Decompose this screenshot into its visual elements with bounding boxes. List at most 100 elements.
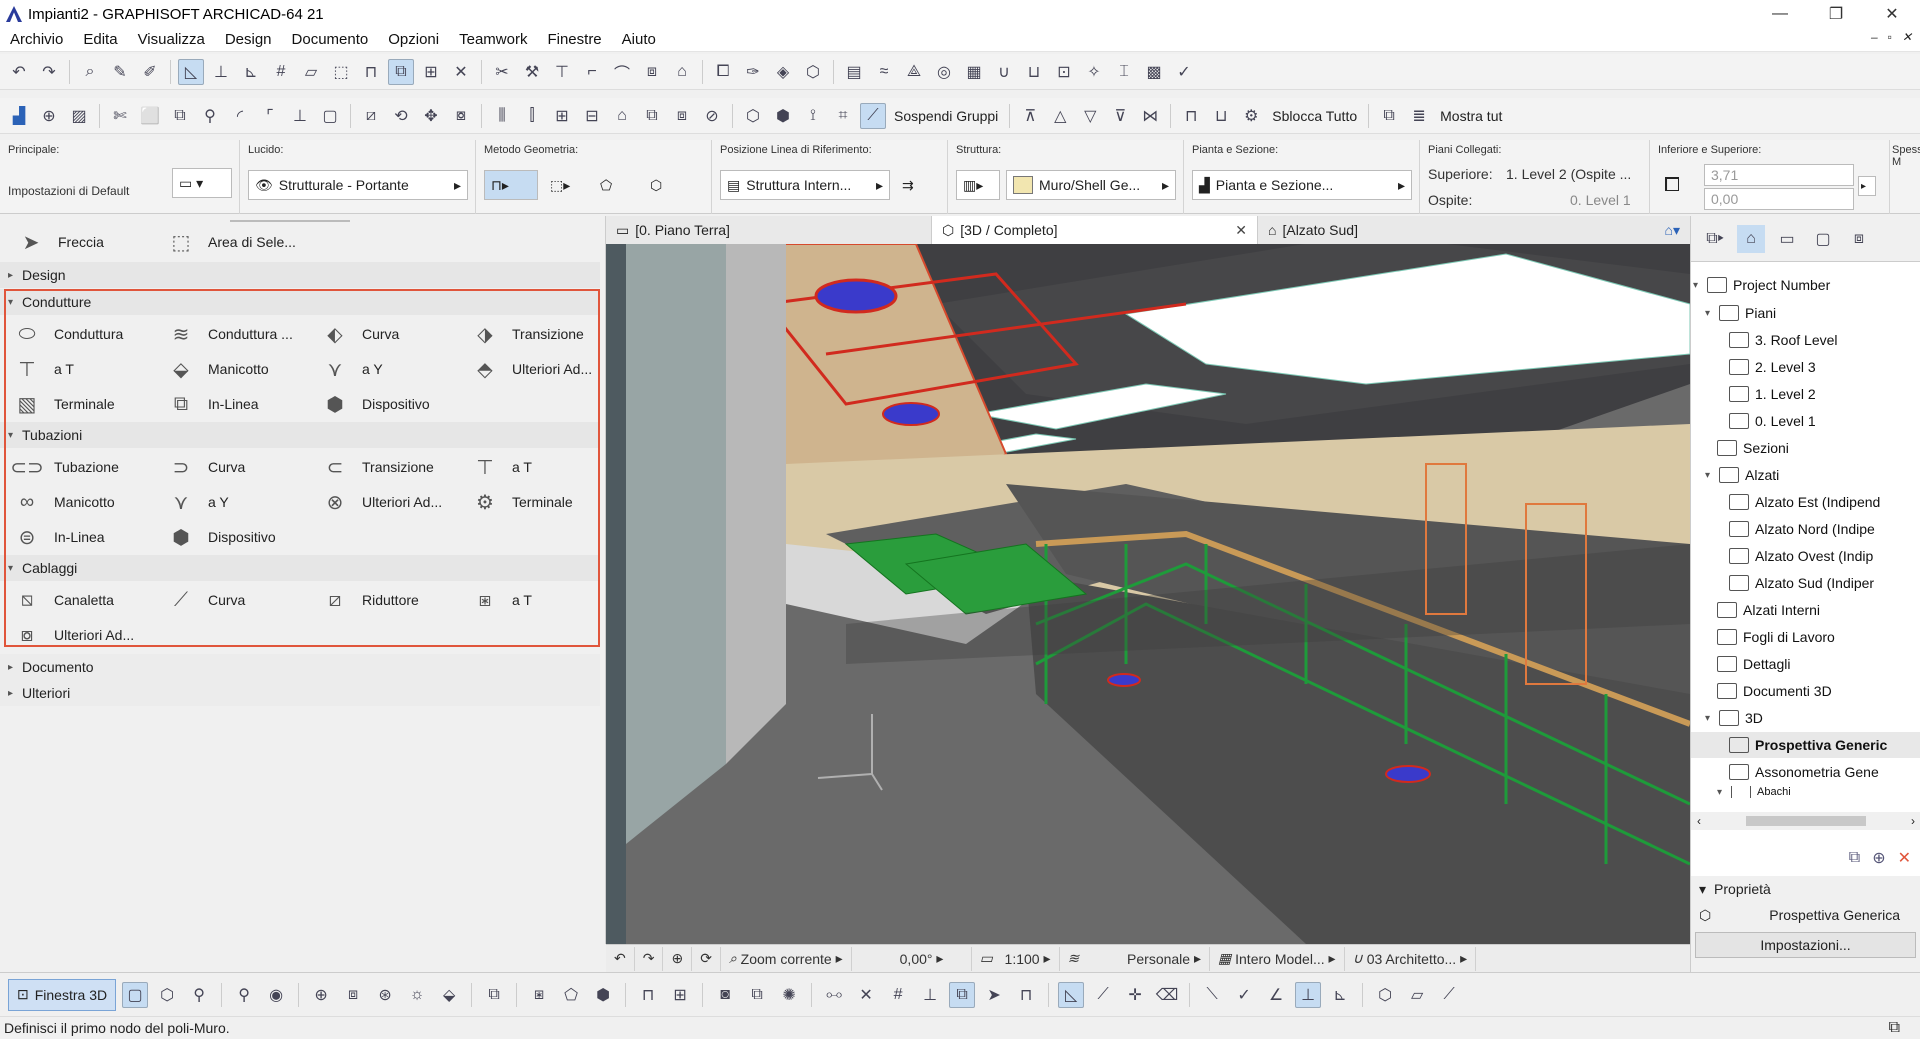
sun-icon[interactable]: ☼ [404,982,430,1008]
tree-dettagli[interactable]: Dettagli [1717,651,1790,677]
close-button[interactable]: ✕ [1864,0,1920,28]
tree-alzato-nord[interactable]: Alzato Nord (Indipe [1729,516,1875,542]
lucido-dropdown[interactable]: 👁 Strutturale - Portante ▸ [248,170,468,200]
posizione-dropdown[interactable]: ▤ Struttura Intern... ▸ [720,170,890,200]
tree-roof-level[interactable]: 3. Roof Level [1729,327,1838,353]
curve-icon[interactable]: ⌒ [609,59,635,85]
grid-snap-icon[interactable]: # [268,59,294,85]
tool-terminale-duct[interactable]: ▧ Terminale [10,388,115,420]
dimension-icon[interactable]: ⊞ [418,59,444,85]
gravity-icon[interactable]: ◺ [178,58,204,85]
show-all-icon[interactable]: ≣ [1406,103,1432,129]
page-icon[interactable]: ▢ [317,103,343,129]
crop-icon[interactable]: ⌗ [830,103,856,129]
light-icon[interactable]: ✧ [1081,59,1107,85]
object-icon[interactable]: ⊡ [1051,59,1077,85]
finestra-3d-button[interactable]: ⊡ Finestra 3D [8,978,117,1011]
model-view-field[interactable]: ▦ Intero Model... ▸ [1210,946,1345,971]
view-options-icon[interactable]: ⚲ [186,982,212,1008]
tab-list-button[interactable]: ⌂▾ [1655,216,1690,244]
roof-icon[interactable]: ⟁ [901,59,927,85]
tree-prospettiva[interactable]: Prospettiva Generic [1691,732,1920,758]
tool-inlinea-duct[interactable]: ⧉ In-Linea [164,388,259,420]
zoom-corrente-button[interactable]: ⌕ Zoom corrente ▸ [721,946,852,971]
tool-ay-pipe[interactable]: ⋎ a Y [164,486,229,518]
send-back-icon[interactable]: ⧈ [669,103,695,129]
link-icon[interactable]: ⧟ [821,982,847,1008]
scale-field[interactable]: ▭ 1:100 ▸ [972,946,1060,971]
pick-up-icon[interactable]: ✎ [107,59,133,85]
axonometry-mode-icon[interactable]: ⬡ [154,982,180,1008]
column-3d-icon[interactable]: ⊓ [635,982,661,1008]
transform-icon[interactable]: ⧠ [710,59,736,85]
resize-icon[interactable]: ⧈ [639,59,665,85]
menu-teamwork[interactable]: Teamwork [449,31,537,48]
menu-aiuto[interactable]: Aiuto [612,31,666,48]
intersection-icon[interactable]: ✛ [1122,982,1148,1008]
section-icon[interactable]: ⟟ [800,103,826,129]
shell-icon[interactable]: ◎ [931,59,957,85]
elevate-icon[interactable]: ⊥ [287,103,313,129]
picture-icon[interactable]: ▨ [66,103,92,129]
unlock-all-icon[interactable]: ⚙ [1238,103,1264,129]
house-icon[interactable]: ⌂ [609,103,635,129]
bring-front-icon[interactable]: ⧉ [639,103,665,129]
stair-3d-icon[interactable]: ⊞ [667,982,693,1008]
menu-design[interactable]: Design [215,31,282,48]
basic-structure-button[interactable]: ▥▸ [956,170,1000,200]
zoom-icon[interactable]: ⊕ [36,103,62,129]
walk-icon[interactable]: ⚲ [231,982,257,1008]
down-icon[interactable]: ▽ [1077,103,1103,129]
sospendi-gruppi-button[interactable]: Sospendi Gruppi [890,108,1002,124]
panel-grip[interactable] [230,220,350,222]
grid-3d-icon[interactable]: # [885,982,911,1008]
tree-fogli-lavoro[interactable]: Fogli di Lavoro [1717,624,1835,650]
magic-wand-icon[interactable]: ⟋ [1090,982,1116,1008]
tree-alzato-sud[interactable]: Alzato Sud (Indiper [1729,570,1874,596]
struttura-dropdown[interactable]: Muro/Shell Ge... ▸ [1006,170,1176,200]
scissors-icon[interactable]: ✄ [107,103,133,129]
tool-curva-duct[interactable]: ⬖ Curva [318,318,399,350]
distribute-icon[interactable]: ⫿ [519,103,545,129]
fillet-icon[interactable]: ⌐ [579,59,605,85]
straight-wall-button[interactable]: ⊓▸ [484,170,538,200]
table-icon[interactable]: ▩ [1141,59,1167,85]
tree-assonometria[interactable]: Assonometria Gene [1729,759,1879,785]
publisher-icon[interactable]: ⧈ [1845,225,1873,253]
category-design[interactable]: ▸ Design [0,262,600,288]
tool-ay-duct[interactable]: ⋎ a Y [318,353,383,385]
layer-combo-field[interactable]: ≋ Personale ▸ [1060,946,1210,971]
zoom-in-icon[interactable]: ⊕ [663,946,693,971]
tree-alzati[interactable]: ▾ Alzati [1705,462,1779,488]
tree-alzati-interni[interactable]: Alzati Interni [1717,597,1820,623]
offset-icon[interactable]: ⊤ [549,59,575,85]
beam-icon[interactable]: ⊔ [1021,59,1047,85]
menu-documento[interactable]: Documento [282,31,379,48]
pianta-dropdown[interactable]: ▟ Pianta e Sezione... ▸ [1192,170,1412,200]
top-icon[interactable]: ⊼ [1017,103,1043,129]
explore-icon[interactable]: ◉ [263,982,289,1008]
adjust-icon[interactable]: ⚒ [519,59,545,85]
top-height-input[interactable]: 3,71 [1704,164,1854,186]
marquee-3d-icon[interactable]: ⬠ [558,982,584,1008]
tool-ulteriori-cable[interactable]: ⧇ Ulteriori Ad... [10,619,135,651]
erase-3d-icon[interactable]: ⌫ [1154,982,1180,1008]
tree-root[interactable]: ▾ Project Number [1693,272,1830,298]
check-icon[interactable]: ✓ [1171,59,1197,85]
eraser-icon[interactable]: ▱ [298,59,324,85]
wall-shape-dropdown[interactable]: ▭ ▾ [172,168,232,198]
redo-view-icon[interactable]: ↷ [635,946,664,971]
chart-icon[interactable]: ▟ [6,103,32,129]
padlock-icon[interactable]: ⊓ [1178,103,1204,129]
orbit-3d-icon[interactable]: ⊕ [308,982,334,1008]
tool-inlinea-pipe[interactable]: ⊜ In-Linea [10,521,105,553]
tool-manicotto-duct[interactable]: ⬙ Manicotto [164,353,268,385]
multiply-icon[interactable]: ⧇ [448,103,474,129]
bottom-height-input[interactable]: 0,00 [1704,188,1854,210]
group-icon[interactable]: ⊞ [549,103,575,129]
wall-3d-icon[interactable]: ▱ [1404,982,1430,1008]
tool-transizione-pipe[interactable]: ⊂ Transizione [318,451,434,483]
tool-ulteriori-pipe[interactable]: ⊗ Ulteriori Ad... [318,486,443,518]
angle-field[interactable]: 0,00° ▸ [852,946,972,971]
undo-view-icon[interactable]: ↶ [606,946,635,971]
